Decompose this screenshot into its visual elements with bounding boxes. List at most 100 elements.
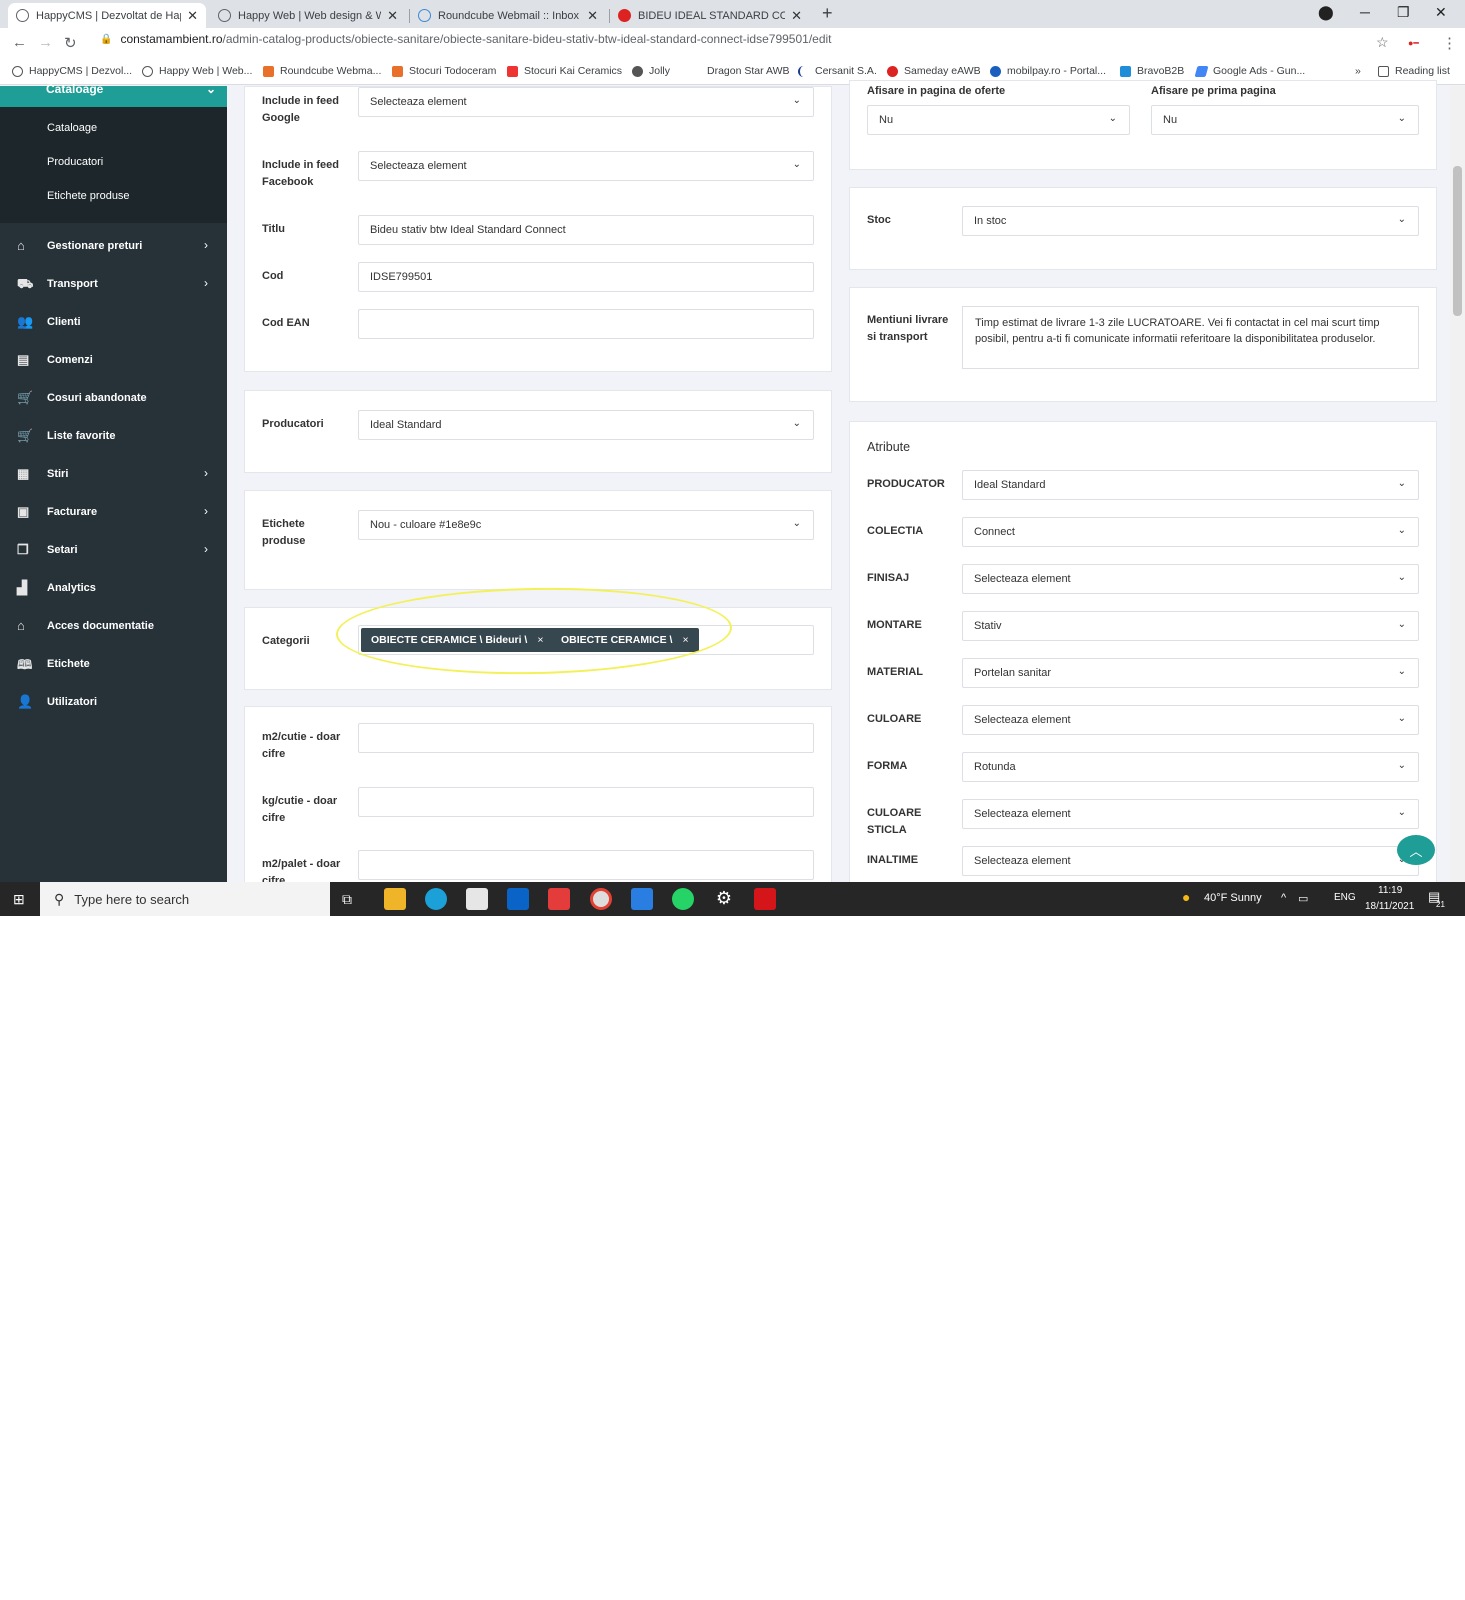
edge-icon[interactable] [425, 888, 447, 910]
acrobat-icon[interactable] [754, 888, 776, 910]
page-scrollbar[interactable] [1450, 86, 1465, 882]
outlook-icon[interactable] [507, 888, 529, 910]
attribute-select-montare[interactable]: Stativ ⌄ [962, 611, 1419, 641]
sidebar-subitem-cataloage[interactable]: Cataloage [47, 122, 97, 134]
forward-icon[interactable]: → [38, 34, 53, 51]
close-window-icon[interactable]: ✕ [1435, 4, 1447, 21]
bookmark-item[interactable]: Dragon Star AWB [690, 65, 789, 77]
mentiuni-textarea[interactable]: Timp estimat de livrare 1-3 zile LUCRATO… [962, 306, 1419, 369]
attribute-select-inaltime[interactable]: Selecteaza element⌄ [962, 846, 1419, 876]
minimize-icon[interactable]: ─ [1360, 4, 1370, 20]
reload-icon[interactable]: ↻ [64, 34, 77, 52]
settings-gear-icon[interactable]: ⚙ [713, 888, 735, 910]
bookmark-item[interactable]: Cersanit S.A. [798, 65, 877, 77]
bookmark-item[interactable]: BravoB2B [1120, 65, 1184, 77]
bookmark-item[interactable]: Roundcube Webma... [263, 65, 381, 77]
close-tab-icon[interactable]: ✕ [791, 8, 802, 24]
bookmark-item[interactable]: Jolly [632, 65, 670, 77]
url-field[interactable]: 🔒 constamambient.ro/admin-catalog-produc… [100, 32, 832, 46]
restore-icon[interactable]: ❐ [1397, 4, 1410, 21]
kg-cutie-input[interactable] [358, 787, 814, 817]
bookmark-item[interactable]: Sameday eAWB [887, 65, 981, 77]
bookmark-label: Cersanit S.A. [815, 65, 877, 77]
attribute-select-culoare[interactable]: Selecteaza element ⌄ [962, 705, 1419, 735]
reading-list-button[interactable]: Reading list [1378, 65, 1450, 77]
bookmark-item[interactable]: Happy Web | Web... [142, 65, 252, 77]
bookmark-item[interactable]: Google Ads - Gun... [1194, 65, 1305, 77]
producatori-select[interactable]: Ideal Standard ⌄ [358, 410, 814, 440]
menu-kebab-icon[interactable]: ⋮ [1442, 34, 1457, 52]
mail-icon[interactable] [631, 888, 653, 910]
anydesk-icon[interactable] [548, 888, 570, 910]
close-tab-icon[interactable]: ✕ [587, 8, 598, 24]
etichete-select[interactable]: Nou - culoare #1e8e9c ⌄ [358, 510, 814, 540]
chevron-down-icon: ⌄ [1397, 760, 1406, 771]
attribute-select-colectia[interactable]: Connect ⌄ [962, 517, 1419, 547]
attribute-select-finisaj[interactable]: Selecteaza element ⌄ [962, 564, 1419, 594]
sidebar-item-clienti[interactable]: 👥 Clienti [0, 312, 227, 336]
attribute-select-material[interactable]: Portelan sanitar ⌄ [962, 658, 1419, 688]
sidebar-subitem-etichete[interactable]: Etichete produse [47, 190, 130, 202]
attribute-select-culoare-sticla[interactable]: Selecteaza element ⌄ [962, 799, 1419, 829]
prima-pagina-select[interactable]: Nu ⌄ [1151, 105, 1419, 135]
m2-palet-input[interactable] [358, 850, 814, 880]
back-icon[interactable]: ← [12, 34, 27, 51]
network-icon[interactable]: ▭ [1298, 892, 1308, 905]
clock-date[interactable]: 18/11/2021 [1365, 901, 1414, 912]
sidebar-item-acces-documentatie[interactable]: ⌂ Acces documentatie [0, 616, 227, 640]
sidebar-item-comenzi[interactable]: ▤ Comenzi [0, 350, 227, 374]
language-indicator[interactable]: ENG [1334, 892, 1356, 903]
sidebar-item-facturare[interactable]: ▣ Facturare › [0, 502, 227, 526]
tray-chevron-icon[interactable]: ^ [1281, 892, 1286, 904]
windows-start-icon[interactable]: ⊞ [13, 891, 25, 908]
scroll-top-button[interactable]: ︿ [1397, 835, 1435, 865]
tab-roundcube[interactable]: Roundcube Webmail :: Inbox ✕ [409, 3, 606, 28]
sidebar-item-setari[interactable]: ❐ Setari › [0, 540, 227, 564]
chevron-down-icon: ⌄ [1108, 113, 1117, 124]
bookmark-item[interactable]: HappyCMS | Dezvol... [12, 65, 132, 77]
bookmark-star-icon[interactable]: ☆ [1376, 34, 1389, 51]
store-icon[interactable] [466, 888, 488, 910]
titlu-input[interactable]: Bideu stativ btw Ideal Standard Connect [358, 215, 814, 245]
feed-facebook-select[interactable]: Selecteaza element ⌄ [358, 151, 814, 181]
bookmark-item[interactable]: Stocuri Kai Ceramics [507, 65, 622, 77]
sidebar-item-label: Analytics [47, 582, 96, 594]
chrome-icon[interactable] [590, 888, 612, 910]
bookmarks-more-icon[interactable]: » [1355, 65, 1361, 77]
sidebar-item-stiri[interactable]: ▦ Stiri › [0, 464, 227, 488]
sidebar-item-etichete[interactable]: 🕮 Etichete [0, 654, 227, 678]
bookmark-item[interactable]: Stocuri Todoceram [392, 65, 496, 77]
sidebar-item-gestionare-preturi[interactable]: ⌂ Gestionare preturi › [0, 236, 227, 260]
attribute-select-producator[interactable]: Ideal Standard ⌄ [962, 470, 1419, 500]
extension-icon[interactable]: ●━ [1408, 38, 1419, 49]
m2-cutie-input[interactable] [358, 723, 814, 753]
tab-bideu[interactable]: BIDEU IDEAL STANDARD CONNE ✕ [609, 3, 810, 28]
sidebar-item-transport[interactable]: ⛟ Transport › [0, 274, 227, 298]
sidebar-item-cosuri-abandonate[interactable]: 🛒 Cosuri abandonate [0, 388, 227, 412]
scrollbar-thumb[interactable] [1453, 166, 1462, 316]
cod-input[interactable]: IDSE799501 [358, 262, 814, 292]
whatsapp-icon[interactable] [672, 888, 694, 910]
tab-happyweb[interactable]: Happy Web | Web design & Web ✕ [210, 3, 406, 28]
sidebar-item-cataloage[interactable]: Cataloage ⌄ [0, 82, 227, 107]
close-tab-icon[interactable]: ✕ [187, 8, 198, 24]
oferte-select[interactable]: Nu ⌄ [867, 105, 1130, 135]
sidebar-item-analytics[interactable]: ▟ Analytics [0, 578, 227, 602]
feed-google-select[interactable]: Selecteaza element ⌄ [358, 87, 814, 117]
new-tab-icon[interactable]: + [822, 3, 833, 24]
stoc-select[interactable]: In stoc ⌄ [962, 206, 1419, 236]
bookmark-item[interactable]: mobilpay.ro - Portal... [990, 65, 1106, 77]
close-tab-icon[interactable]: ✕ [387, 8, 398, 24]
taskbar-search[interactable]: ⚲ Type here to search [40, 882, 330, 916]
sidebar-subitem-producatori[interactable]: Producatori [47, 156, 103, 168]
weather-text[interactable]: 40°F Sunny [1204, 892, 1262, 904]
clock-time[interactable]: 11:19 [1378, 885, 1402, 896]
tab-search-icon[interactable]: ⬤ [1318, 4, 1334, 21]
ean-input[interactable] [358, 309, 814, 339]
file-explorer-icon[interactable] [384, 888, 406, 910]
task-view-icon[interactable]: ⧉ [342, 888, 364, 910]
sidebar-item-liste-favorite[interactable]: 🛒 Liste favorite [0, 426, 227, 450]
sidebar-item-utilizatori[interactable]: 👤 Utilizatori [0, 692, 227, 716]
tab-happycms[interactable]: HappyCMS | Dezvoltat de Happy ✕ [8, 3, 206, 28]
attribute-select-forma[interactable]: Rotunda ⌄ [962, 752, 1419, 782]
